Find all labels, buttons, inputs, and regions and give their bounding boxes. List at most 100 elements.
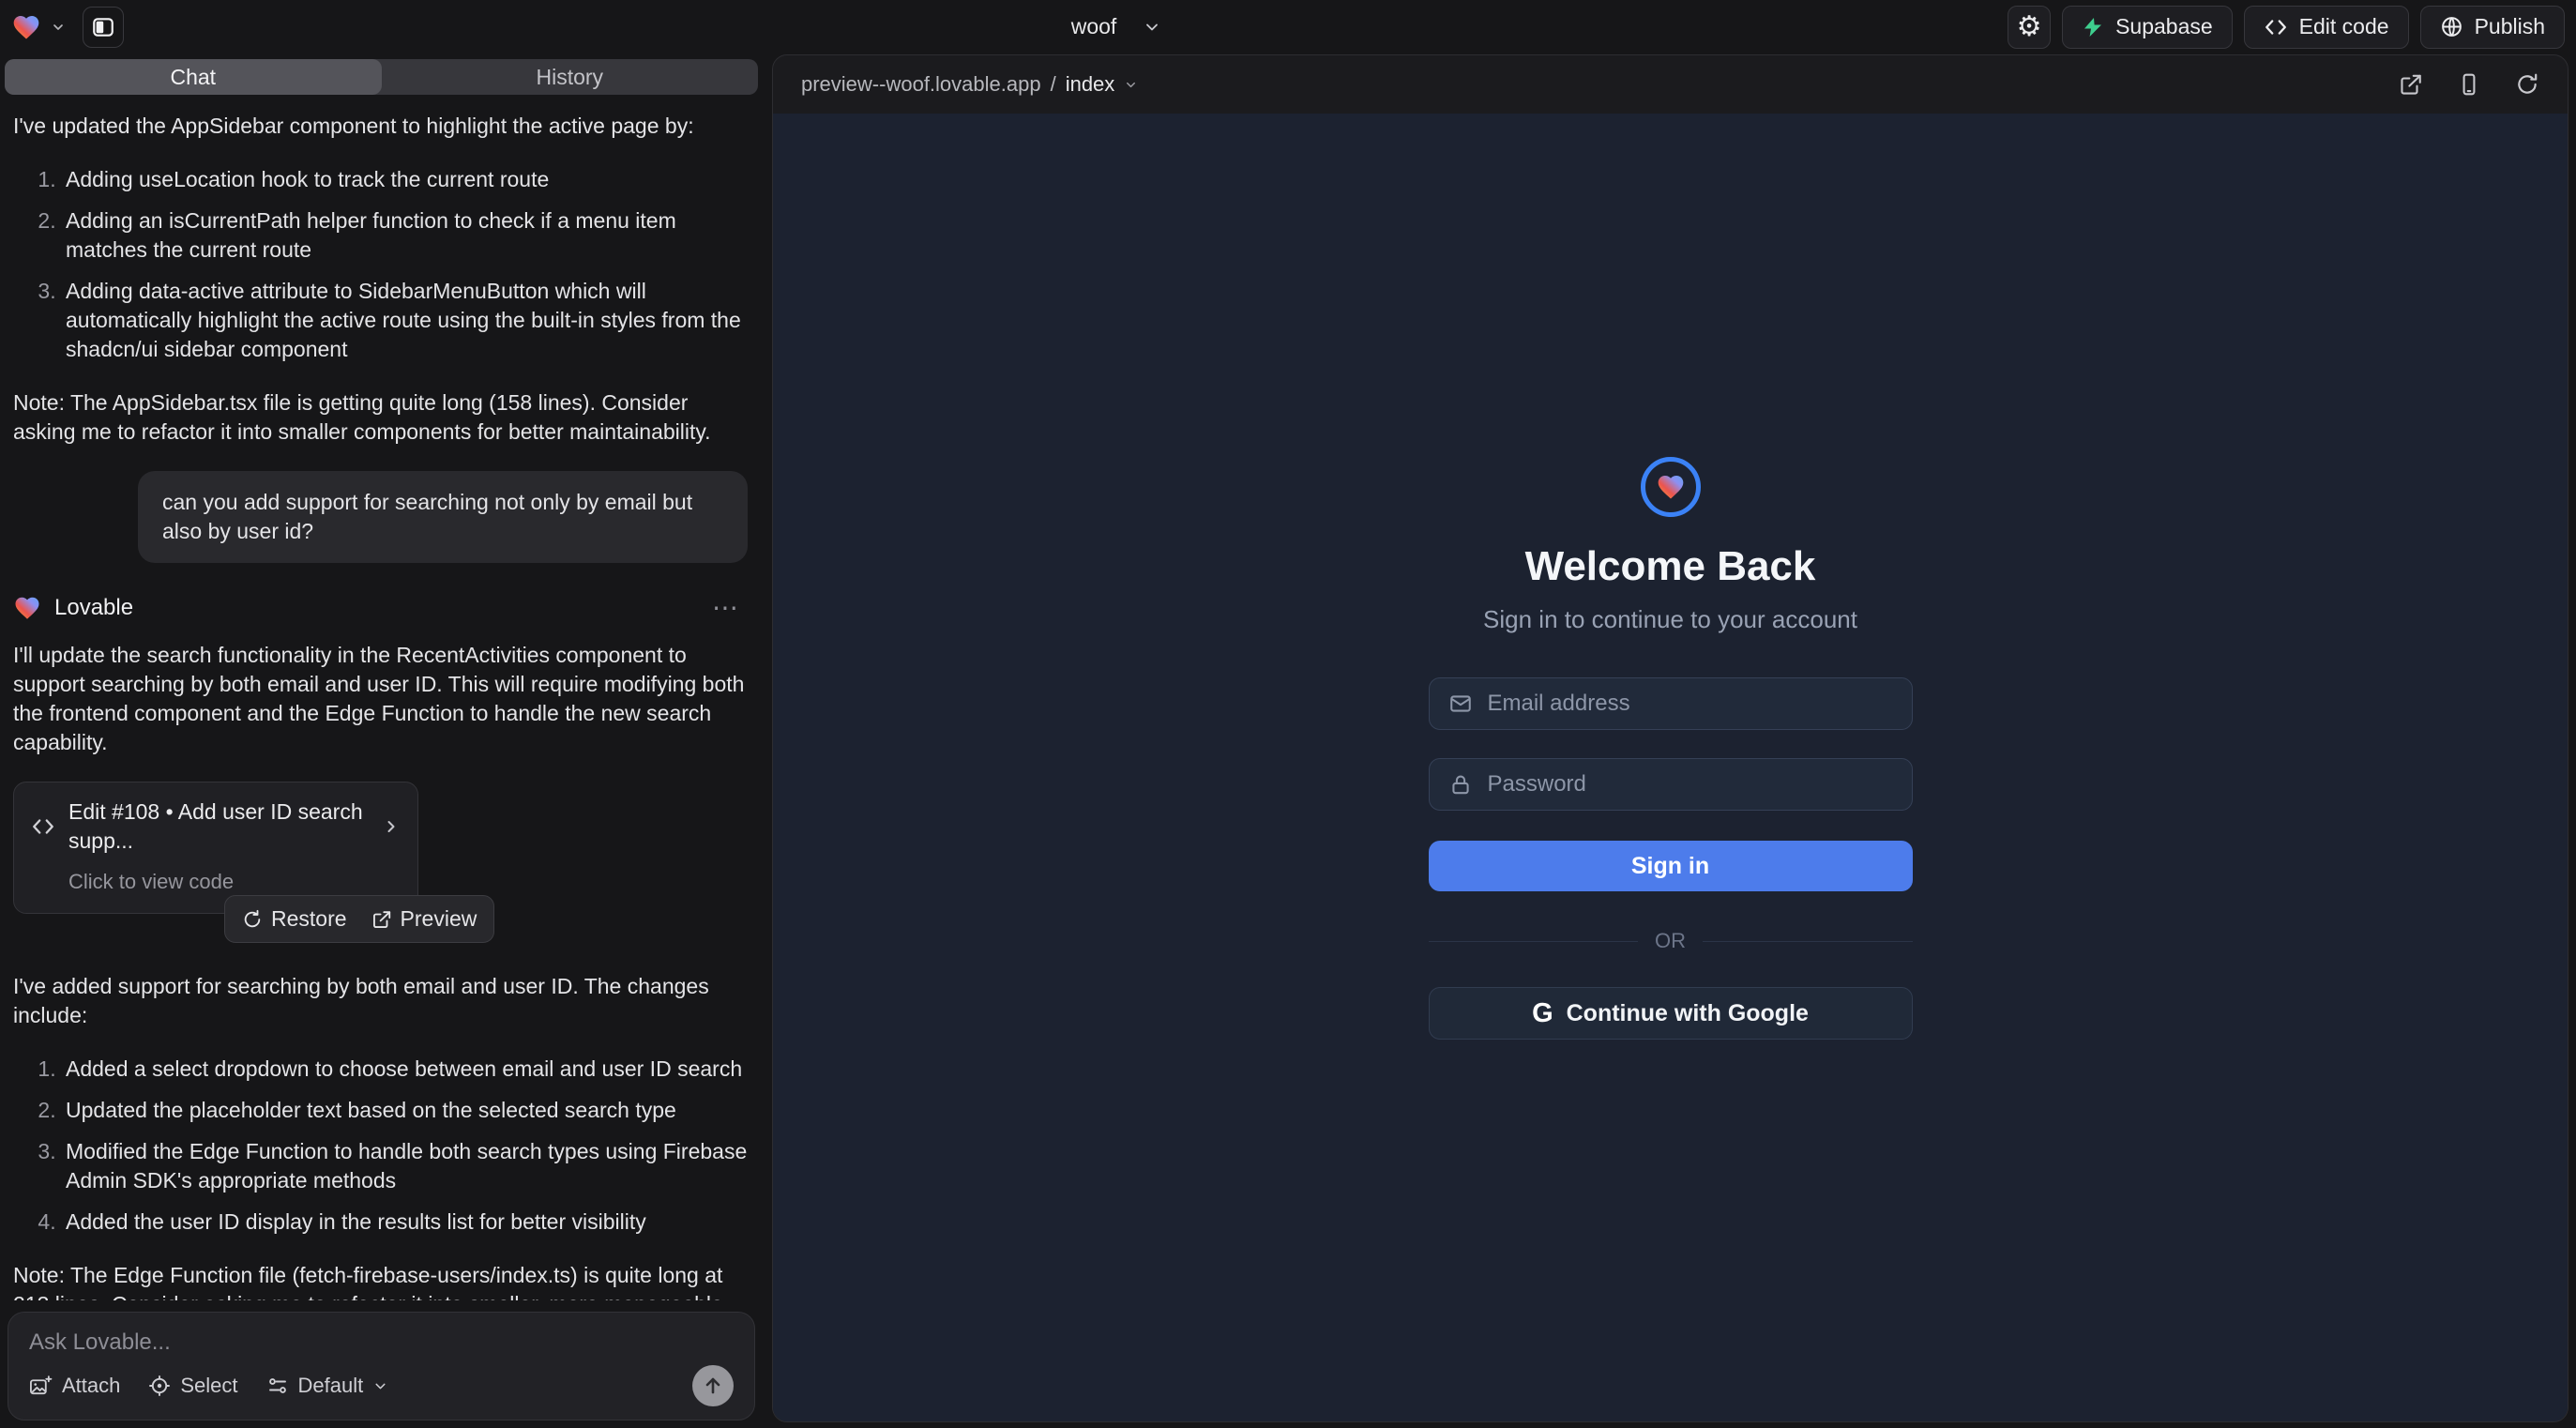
project-switcher[interactable]: woof xyxy=(1013,0,1220,53)
user-message-row: can you add support for searching not on… xyxy=(13,471,748,563)
edit-card-subtitle: Click to view code xyxy=(68,867,401,896)
topbar-actions: ⚙ Supabase Edit code Publish xyxy=(2008,6,2565,49)
history-arrow-icon xyxy=(242,909,263,930)
preview-button[interactable]: Preview xyxy=(371,904,477,934)
user-message-bubble: can you add support for searching not on… xyxy=(138,471,748,563)
agent-header: Lovable ⋯ xyxy=(13,593,748,622)
tab-chat[interactable]: Chat xyxy=(5,59,382,95)
supabase-bolt-icon xyxy=(2082,16,2104,38)
attach-button[interactable]: Attach xyxy=(29,1374,120,1398)
lovable-heart-icon xyxy=(13,594,41,622)
chat-input[interactable] xyxy=(29,1329,734,1365)
assistant-paragraph: I've updated the AppSidebar component to… xyxy=(13,112,748,141)
chevron-down-icon xyxy=(51,20,66,35)
restore-label: Restore xyxy=(271,904,347,934)
lovable-logo-menu[interactable] xyxy=(11,12,66,42)
password-input[interactable] xyxy=(1488,771,1893,798)
preview-domain: preview--woof.lovable.app xyxy=(801,72,1041,97)
select-element-button[interactable]: Select xyxy=(148,1374,237,1398)
email-input[interactable] xyxy=(1488,691,1893,717)
code-brackets-icon xyxy=(31,814,55,839)
assistant-paragraph: I'll update the search functionality in … xyxy=(13,641,748,757)
restore-button[interactable]: Restore xyxy=(242,904,347,934)
list-item: Adding useLocation hook to track the cur… xyxy=(62,165,748,194)
lovable-heart-icon xyxy=(11,12,41,42)
mobile-view-button[interactable] xyxy=(2457,72,2481,97)
preview-route: index xyxy=(1066,72,1115,97)
image-plus-icon xyxy=(29,1375,53,1397)
list-item: Modified the Edge Function to handle bot… xyxy=(62,1137,748,1195)
sidebar-panel-icon xyxy=(91,15,115,39)
list-item: Adding an isCurrentPath helper function … xyxy=(62,206,748,265)
topbar: woof ⚙ Supabase Edit code xyxy=(0,0,2576,53)
assistant-paragraph: I've added support for searching by both… xyxy=(13,972,748,1030)
settings-button[interactable]: ⚙ xyxy=(2008,6,2051,49)
heart-icon xyxy=(1656,472,1686,502)
arrow-up-icon xyxy=(702,1375,724,1397)
divider-label: OR xyxy=(1655,929,1686,953)
project-name: woof xyxy=(1071,14,1117,39)
or-divider: OR xyxy=(1429,929,1913,953)
send-button[interactable] xyxy=(692,1365,734,1406)
chevron-down-icon xyxy=(372,1378,388,1394)
composer: Attach Select Default xyxy=(8,1312,755,1420)
divider-line xyxy=(1429,941,1639,942)
composer-toolbar: Attach Select Default xyxy=(29,1365,734,1406)
list-item: Adding data-active attribute to SidebarM… xyxy=(62,277,748,364)
list-item: Updated the placeholder text based on th… xyxy=(62,1096,748,1125)
edit-card[interactable]: Edit #108 • Add user ID search supp... C… xyxy=(13,782,418,914)
assistant-list: Added a select dropdown to choose betwee… xyxy=(13,1055,748,1237)
publish-label: Publish xyxy=(2475,14,2545,39)
password-field[interactable] xyxy=(1429,758,1913,811)
assistant-note: Note: The AppSidebar.tsx file is getting… xyxy=(13,388,748,447)
message-menu-button[interactable]: ⋯ xyxy=(712,593,740,622)
preview-iframe: Welcome Back Sign in to continue to your… xyxy=(773,114,2568,1421)
google-sign-in-button[interactable]: G Continue with Google xyxy=(1429,987,1913,1040)
open-in-new-tab-button[interactable] xyxy=(2399,72,2423,97)
chevron-right-icon[interactable] xyxy=(382,817,401,836)
select-label: Select xyxy=(180,1374,237,1398)
list-item: Added a select dropdown to choose betwee… xyxy=(62,1055,748,1084)
external-link-icon xyxy=(371,909,392,930)
preview-panel: preview--woof.lovable.app / index xyxy=(772,54,2568,1422)
auth-card: Welcome Back Sign in to continue to your… xyxy=(1429,114,1913,1421)
target-crosshair-icon xyxy=(148,1375,171,1397)
toggle-sidebar-button[interactable] xyxy=(83,7,124,48)
chevron-down-icon xyxy=(1124,78,1138,92)
code-brackets-icon xyxy=(2264,15,2288,39)
assistant-list: Adding useLocation hook to track the cur… xyxy=(13,165,748,364)
agent-name: Lovable xyxy=(54,593,133,622)
google-label: Continue with Google xyxy=(1567,1000,1809,1027)
tab-history[interactable]: History xyxy=(382,59,759,95)
preview-label: Preview xyxy=(401,904,477,934)
chat-history-tabs: Chat History xyxy=(5,59,758,95)
list-item: Added the user ID display in the results… xyxy=(62,1208,748,1237)
google-g-icon: G xyxy=(1532,998,1553,1029)
attach-label: Attach xyxy=(62,1374,120,1398)
chat-messages[interactable]: I've updated the AppSidebar component to… xyxy=(0,95,763,1300)
sliders-icon xyxy=(266,1375,289,1397)
edit-card-title: Edit #108 • Add user ID search supp... xyxy=(68,798,369,856)
path-separator: / xyxy=(1051,72,1056,97)
chat-panel: Chat History I've updated the AppSidebar… xyxy=(0,53,763,1428)
edit-code-button[interactable]: Edit code xyxy=(2244,6,2409,49)
mode-label: Default xyxy=(298,1374,364,1398)
globe-icon xyxy=(2440,15,2463,38)
refresh-button[interactable] xyxy=(2515,72,2539,97)
auth-title: Welcome Back xyxy=(1525,543,1816,590)
publish-button[interactable]: Publish xyxy=(2420,6,2565,49)
lock-icon xyxy=(1448,772,1473,797)
email-field[interactable] xyxy=(1429,677,1913,730)
preview-url-dropdown[interactable]: preview--woof.lovable.app / index xyxy=(801,72,1138,97)
edit-card-title-row: Edit #108 • Add user ID search supp... xyxy=(31,798,401,856)
auth-subtitle: Sign in to continue to your account xyxy=(1483,605,1857,634)
edit-code-label: Edit code xyxy=(2299,14,2389,39)
assistant-note: Note: The Edge Function file (fetch-fire… xyxy=(13,1261,748,1300)
supabase-button[interactable]: Supabase xyxy=(2062,6,2233,49)
sign-in-button[interactable]: Sign in xyxy=(1429,841,1913,891)
supabase-label: Supabase xyxy=(2115,14,2213,39)
edit-card-actions: Restore Preview xyxy=(224,895,494,943)
divider-line xyxy=(1703,941,1913,942)
preview-actions xyxy=(2399,72,2539,97)
chat-mode-button[interactable]: Default xyxy=(266,1374,389,1398)
